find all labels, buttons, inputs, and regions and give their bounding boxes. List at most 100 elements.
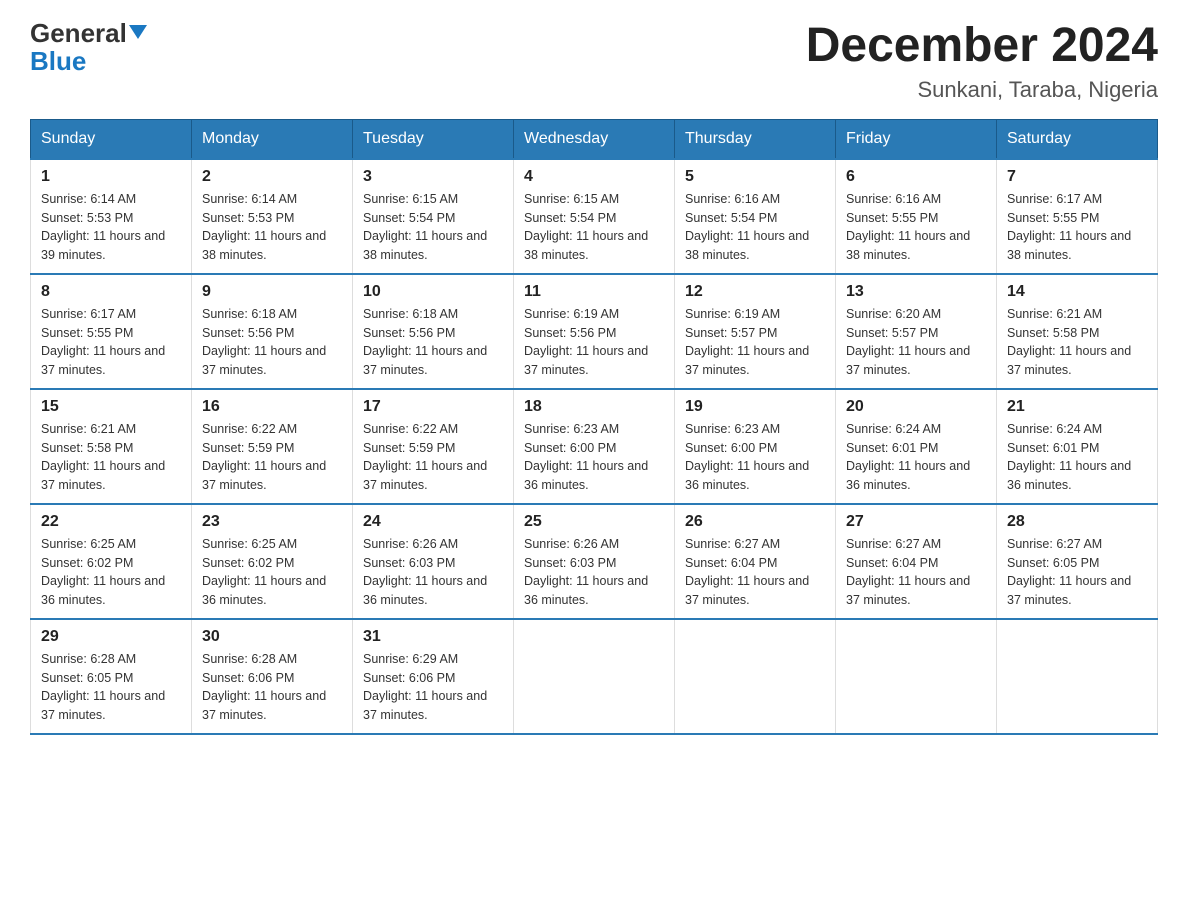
day-info: Sunrise: 6:19 AMSunset: 5:57 PMDaylight:… <box>685 307 809 377</box>
table-row: 7 Sunrise: 6:17 AMSunset: 5:55 PMDayligh… <box>997 159 1158 274</box>
day-number: 9 <box>202 283 342 301</box>
day-info: Sunrise: 6:27 AMSunset: 6:04 PMDaylight:… <box>846 537 970 607</box>
table-row <box>514 619 675 734</box>
day-info: Sunrise: 6:19 AMSunset: 5:56 PMDaylight:… <box>524 307 648 377</box>
day-number: 22 <box>41 513 181 531</box>
table-row: 5 Sunrise: 6:16 AMSunset: 5:54 PMDayligh… <box>675 159 836 274</box>
header-saturday: Saturday <box>997 119 1158 159</box>
day-info: Sunrise: 6:28 AMSunset: 6:05 PMDaylight:… <box>41 652 165 722</box>
table-row: 9 Sunrise: 6:18 AMSunset: 5:56 PMDayligh… <box>192 274 353 389</box>
day-info: Sunrise: 6:23 AMSunset: 6:00 PMDaylight:… <box>685 422 809 492</box>
logo-blue: Blue <box>30 48 86 74</box>
day-info: Sunrise: 6:27 AMSunset: 6:05 PMDaylight:… <box>1007 537 1131 607</box>
day-number: 16 <box>202 398 342 416</box>
table-row: 16 Sunrise: 6:22 AMSunset: 5:59 PMDaylig… <box>192 389 353 504</box>
logo-general: General <box>30 20 147 46</box>
day-number: 13 <box>846 283 986 301</box>
table-row <box>836 619 997 734</box>
day-info: Sunrise: 6:22 AMSunset: 5:59 PMDaylight:… <box>202 422 326 492</box>
table-row <box>675 619 836 734</box>
table-row: 31 Sunrise: 6:29 AMSunset: 6:06 PMDaylig… <box>353 619 514 734</box>
table-row: 13 Sunrise: 6:20 AMSunset: 5:57 PMDaylig… <box>836 274 997 389</box>
day-number: 6 <box>846 168 986 186</box>
day-info: Sunrise: 6:23 AMSunset: 6:00 PMDaylight:… <box>524 422 648 492</box>
table-row: 20 Sunrise: 6:24 AMSunset: 6:01 PMDaylig… <box>836 389 997 504</box>
day-info: Sunrise: 6:28 AMSunset: 6:06 PMDaylight:… <box>202 652 326 722</box>
table-row: 3 Sunrise: 6:15 AMSunset: 5:54 PMDayligh… <box>353 159 514 274</box>
day-number: 14 <box>1007 283 1147 301</box>
day-number: 29 <box>41 628 181 646</box>
calendar-week-row: 8 Sunrise: 6:17 AMSunset: 5:55 PMDayligh… <box>31 274 1158 389</box>
day-number: 19 <box>685 398 825 416</box>
table-row: 2 Sunrise: 6:14 AMSunset: 5:53 PMDayligh… <box>192 159 353 274</box>
table-row: 4 Sunrise: 6:15 AMSunset: 5:54 PMDayligh… <box>514 159 675 274</box>
day-number: 20 <box>846 398 986 416</box>
day-info: Sunrise: 6:16 AMSunset: 5:54 PMDaylight:… <box>685 192 809 262</box>
day-info: Sunrise: 6:26 AMSunset: 6:03 PMDaylight:… <box>363 537 487 607</box>
logo: General Blue <box>30 20 147 74</box>
day-info: Sunrise: 6:22 AMSunset: 5:59 PMDaylight:… <box>363 422 487 492</box>
table-row: 21 Sunrise: 6:24 AMSunset: 6:01 PMDaylig… <box>997 389 1158 504</box>
day-info: Sunrise: 6:17 AMSunset: 5:55 PMDaylight:… <box>1007 192 1131 262</box>
day-info: Sunrise: 6:15 AMSunset: 5:54 PMDaylight:… <box>524 192 648 262</box>
location-subtitle: Sunkani, Taraba, Nigeria <box>806 77 1158 103</box>
table-row: 30 Sunrise: 6:28 AMSunset: 6:06 PMDaylig… <box>192 619 353 734</box>
day-number: 30 <box>202 628 342 646</box>
day-number: 11 <box>524 283 664 301</box>
day-number: 5 <box>685 168 825 186</box>
logo-triangle-icon <box>129 25 147 39</box>
title-area: December 2024 Sunkani, Taraba, Nigeria <box>806 20 1158 103</box>
day-number: 21 <box>1007 398 1147 416</box>
day-number: 1 <box>41 168 181 186</box>
day-number: 17 <box>363 398 503 416</box>
day-number: 27 <box>846 513 986 531</box>
calendar-week-row: 1 Sunrise: 6:14 AMSunset: 5:53 PMDayligh… <box>31 159 1158 274</box>
day-number: 26 <box>685 513 825 531</box>
day-info: Sunrise: 6:25 AMSunset: 6:02 PMDaylight:… <box>41 537 165 607</box>
table-row: 17 Sunrise: 6:22 AMSunset: 5:59 PMDaylig… <box>353 389 514 504</box>
day-number: 28 <box>1007 513 1147 531</box>
day-info: Sunrise: 6:21 AMSunset: 5:58 PMDaylight:… <box>1007 307 1131 377</box>
day-number: 7 <box>1007 168 1147 186</box>
calendar-week-row: 15 Sunrise: 6:21 AMSunset: 5:58 PMDaylig… <box>31 389 1158 504</box>
table-row: 11 Sunrise: 6:19 AMSunset: 5:56 PMDaylig… <box>514 274 675 389</box>
table-row: 19 Sunrise: 6:23 AMSunset: 6:00 PMDaylig… <box>675 389 836 504</box>
day-number: 10 <box>363 283 503 301</box>
header-thursday: Thursday <box>675 119 836 159</box>
table-row: 1 Sunrise: 6:14 AMSunset: 5:53 PMDayligh… <box>31 159 192 274</box>
calendar-week-row: 22 Sunrise: 6:25 AMSunset: 6:02 PMDaylig… <box>31 504 1158 619</box>
header-wednesday: Wednesday <box>514 119 675 159</box>
calendar-header-row: Sunday Monday Tuesday Wednesday Thursday… <box>31 119 1158 159</box>
table-row: 29 Sunrise: 6:28 AMSunset: 6:05 PMDaylig… <box>31 619 192 734</box>
table-row: 8 Sunrise: 6:17 AMSunset: 5:55 PMDayligh… <box>31 274 192 389</box>
day-info: Sunrise: 6:25 AMSunset: 6:02 PMDaylight:… <box>202 537 326 607</box>
calendar-table: Sunday Monday Tuesday Wednesday Thursday… <box>30 119 1158 735</box>
day-info: Sunrise: 6:16 AMSunset: 5:55 PMDaylight:… <box>846 192 970 262</box>
day-info: Sunrise: 6:14 AMSunset: 5:53 PMDaylight:… <box>202 192 326 262</box>
day-info: Sunrise: 6:18 AMSunset: 5:56 PMDaylight:… <box>202 307 326 377</box>
day-number: 15 <box>41 398 181 416</box>
header-friday: Friday <box>836 119 997 159</box>
day-info: Sunrise: 6:24 AMSunset: 6:01 PMDaylight:… <box>1007 422 1131 492</box>
table-row: 22 Sunrise: 6:25 AMSunset: 6:02 PMDaylig… <box>31 504 192 619</box>
day-info: Sunrise: 6:15 AMSunset: 5:54 PMDaylight:… <box>363 192 487 262</box>
table-row: 23 Sunrise: 6:25 AMSunset: 6:02 PMDaylig… <box>192 504 353 619</box>
day-number: 8 <box>41 283 181 301</box>
day-info: Sunrise: 6:21 AMSunset: 5:58 PMDaylight:… <box>41 422 165 492</box>
day-info: Sunrise: 6:29 AMSunset: 6:06 PMDaylight:… <box>363 652 487 722</box>
table-row: 25 Sunrise: 6:26 AMSunset: 6:03 PMDaylig… <box>514 504 675 619</box>
day-number: 4 <box>524 168 664 186</box>
table-row <box>997 619 1158 734</box>
day-number: 12 <box>685 283 825 301</box>
table-row: 27 Sunrise: 6:27 AMSunset: 6:04 PMDaylig… <box>836 504 997 619</box>
day-number: 2 <box>202 168 342 186</box>
header-monday: Monday <box>192 119 353 159</box>
table-row: 18 Sunrise: 6:23 AMSunset: 6:00 PMDaylig… <box>514 389 675 504</box>
day-number: 3 <box>363 168 503 186</box>
header-sunday: Sunday <box>31 119 192 159</box>
day-number: 31 <box>363 628 503 646</box>
day-info: Sunrise: 6:20 AMSunset: 5:57 PMDaylight:… <box>846 307 970 377</box>
table-row: 28 Sunrise: 6:27 AMSunset: 6:05 PMDaylig… <box>997 504 1158 619</box>
day-info: Sunrise: 6:14 AMSunset: 5:53 PMDaylight:… <box>41 192 165 262</box>
table-row: 24 Sunrise: 6:26 AMSunset: 6:03 PMDaylig… <box>353 504 514 619</box>
